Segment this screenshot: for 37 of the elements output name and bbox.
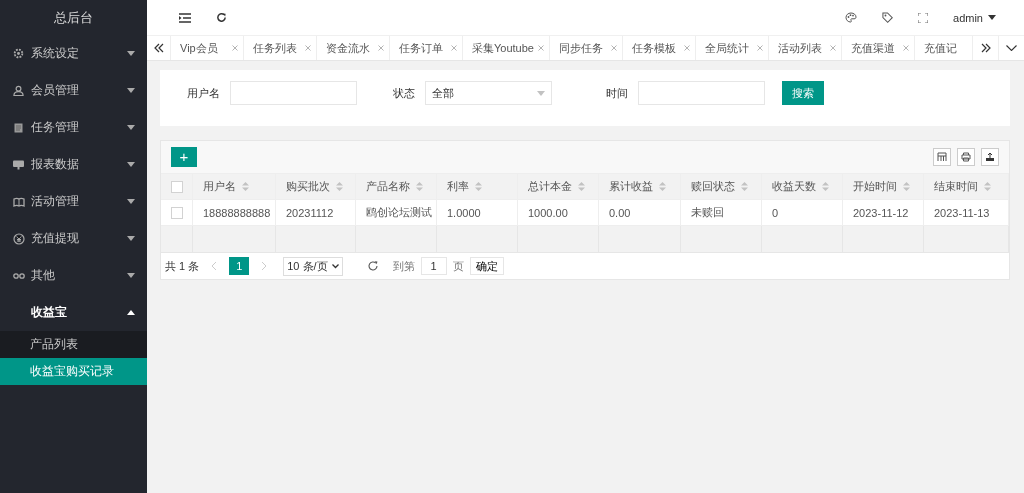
page-tab[interactable]: 活动列表 [769, 36, 842, 60]
page-tab[interactable]: 同步任务 [550, 36, 623, 60]
sidebar-menu-item[interactable]: 报表数据 [0, 146, 147, 183]
sidebar-title: 总后台 [53, 8, 94, 27]
sidebar-menu-item[interactable]: 系统设定 [0, 35, 147, 72]
page-tab[interactable]: 任务模板 [623, 36, 696, 60]
filter-label: 状态 [392, 85, 416, 101]
page-size-select[interactable]: 10 条/页 [283, 256, 343, 276]
user-menu[interactable]: admin [941, 11, 1024, 24]
sidebar-menu-item[interactable]: 收益宝 [0, 294, 147, 331]
confirm-button[interactable]: 确定 [469, 257, 504, 275]
page-tab[interactable]: 资金流水 [317, 36, 390, 60]
goto-label: 到第 [392, 258, 415, 274]
filter-label: 用户名 [186, 85, 221, 101]
page-number-input[interactable]: 1 [420, 257, 447, 275]
sidebar-menu-item[interactable]: 充值提现 [0, 220, 147, 257]
page-tab[interactable]: 任务订单 [390, 36, 463, 60]
page-button[interactable]: 1 [229, 257, 250, 275]
sidebar-menu-item[interactable]: 活动管理 [0, 183, 147, 220]
page-unit-label: 页 [452, 258, 464, 274]
filter-label: 时间 [605, 85, 629, 101]
sidebar-menu-item[interactable]: 任务管理 [0, 109, 147, 146]
record-count: 共 1 条 [165, 258, 200, 274]
sidebar-menu-item[interactable]: 会员管理 [0, 72, 147, 109]
page-tab[interactable]: 任务列表 [244, 36, 317, 60]
status-select[interactable]: 全部 [425, 81, 552, 105]
page-tab[interactable]: 采集Youtube [463, 36, 550, 60]
page-tab[interactable]: Vip会员 [171, 36, 244, 60]
search-button[interactable]: 搜索 [782, 81, 824, 105]
page-tab[interactable]: 全局统计 [696, 36, 769, 60]
page-tab[interactable]: 充值渠道 [842, 36, 915, 60]
add-button[interactable]: + [171, 147, 197, 167]
sidebar-submenu-item[interactable]: 产品列表 [0, 331, 147, 358]
sidebar-submenu-item[interactable]: 收益宝购买记录 [0, 358, 147, 385]
column-header[interactable]: 利率 [447, 179, 469, 194]
sidebar-menu-item[interactable]: 其他 [0, 257, 147, 294]
page-tab[interactable]: 充值记 [915, 36, 972, 60]
